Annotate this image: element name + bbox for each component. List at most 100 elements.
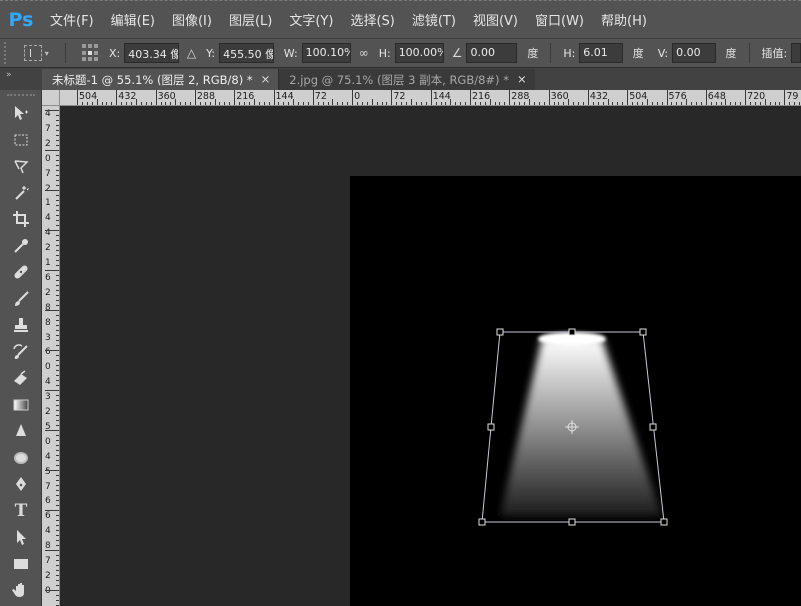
ruler-tick <box>622 102 624 105</box>
type-tool-icon[interactable]: T <box>0 498 42 525</box>
ruler-tick <box>56 225 59 226</box>
blur-tool-icon[interactable] <box>0 418 42 445</box>
ruler-tick <box>730 102 732 105</box>
ruler-tick <box>56 425 59 426</box>
menu-layer[interactable]: 图层(L) <box>229 10 272 29</box>
reference-point-grid[interactable] <box>82 44 99 62</box>
ruler-tick <box>676 102 678 105</box>
ruler-tick <box>56 220 59 221</box>
ruler-label: 6 <box>45 272 51 283</box>
ruler-tick <box>56 410 59 411</box>
ruler-tick <box>337 102 339 105</box>
eraser-tool-icon[interactable] <box>0 365 42 392</box>
menu-edit[interactable]: 编辑(E) <box>111 10 155 29</box>
ruler-tick <box>81 102 83 105</box>
ruler-tick <box>56 585 59 586</box>
document-canvas[interactable] <box>350 176 801 606</box>
ruler-tick <box>56 395 59 396</box>
magic-wand-tool-icon[interactable] <box>0 180 42 207</box>
ruler-tick <box>715 102 717 105</box>
tool-preset-picker[interactable]: ▾ <box>23 42 58 64</box>
horizontal-ruler[interactable]: 504 432 360 288 216 144 72 0 72 144 216 288 360 432 50… <box>60 90 801 106</box>
ruler-tick <box>56 250 59 251</box>
ruler-tick <box>248 102 250 105</box>
link-icon[interactable]: ∞ <box>359 46 369 60</box>
ruler-origin[interactable] <box>42 90 60 106</box>
menu-window[interactable]: 窗口(W) <box>535 10 584 29</box>
ruler-tick <box>283 102 285 105</box>
menu-type[interactable]: 文字(Y) <box>289 10 333 29</box>
relative-position-icon[interactable]: △ <box>187 46 196 60</box>
ruler-tick <box>494 102 496 105</box>
ruler-tick <box>460 102 462 105</box>
ruler-tick <box>150 102 152 105</box>
ruler-tick <box>302 102 304 105</box>
ruler-tick <box>56 440 59 441</box>
hand-tool-icon[interactable] <box>0 577 42 604</box>
skew-h-field[interactable]: 6.01 <box>579 43 623 63</box>
canvas-workspace[interactable] <box>60 106 801 606</box>
tab-2-jpg[interactable]: 2.jpg @ 75.1% (图层 3 副本, RGB/8#) * × <box>278 69 535 90</box>
ruler-tick <box>799 102 801 105</box>
move-tool-icon[interactable] <box>0 100 42 127</box>
menu-view[interactable]: 视图(V) <box>473 10 518 29</box>
tab-untitled-1[interactable]: 未标题-1 @ 55.1% (图层 2, RGB/8) * × <box>42 69 279 90</box>
ruler-tick <box>56 330 59 331</box>
collapse-panels-icon[interactable]: » <box>0 68 42 90</box>
healing-brush-tool-icon[interactable] <box>0 259 42 286</box>
options-bar-grip[interactable] <box>4 42 10 64</box>
ruler-label: 7 <box>45 168 51 179</box>
brush-tool-icon[interactable] <box>0 286 42 313</box>
ruler-tick <box>56 145 59 146</box>
height-field[interactable]: 100.00% <box>394 43 444 63</box>
vertical-ruler[interactable]: 472072144216288360432504576648720 <box>42 106 60 606</box>
rectangle-tool-icon[interactable] <box>0 551 42 578</box>
ruler-tick <box>764 99 766 105</box>
eyedropper-tool-icon[interactable] <box>0 233 42 260</box>
close-icon[interactable]: × <box>517 72 527 90</box>
ruler-tick <box>686 99 688 105</box>
skew-v-field[interactable]: 0.00 <box>672 43 716 63</box>
lasso-tool-icon[interactable] <box>0 153 42 180</box>
clone-stamp-tool-icon[interactable] <box>0 312 42 339</box>
skew-h-label: H: <box>563 46 576 60</box>
menu-image[interactable]: 图像(I) <box>172 10 212 29</box>
ruler-tick <box>45 550 59 551</box>
ruler-label: 0 <box>45 362 51 373</box>
menu-help[interactable]: 帮助(H) <box>601 10 647 29</box>
ruler-tick <box>56 155 59 156</box>
crop-tool-icon[interactable] <box>0 206 42 233</box>
interpolation-select[interactable] <box>791 43 801 63</box>
ruler-tick <box>769 102 771 105</box>
gradient-tool-icon[interactable] <box>0 392 42 419</box>
history-brush-tool-icon[interactable] <box>0 339 42 366</box>
path-selection-tool-icon[interactable] <box>0 524 42 551</box>
ruler-tick <box>175 99 177 105</box>
ruler-tick <box>445 102 447 105</box>
menu-file[interactable]: 文件(F) <box>50 10 94 29</box>
x-position-field[interactable]: 403.34 像素 <box>124 43 179 63</box>
y-position-field[interactable]: 455.50 像素 <box>219 43 274 63</box>
ruler-tick <box>56 205 59 206</box>
ruler-tick <box>504 102 506 105</box>
ruler-tick <box>56 170 59 171</box>
ruler-tick <box>56 580 59 581</box>
close-icon[interactable]: × <box>261 72 271 90</box>
ruler-label: 2 <box>45 243 51 254</box>
ruler-tick <box>263 102 265 105</box>
dodge-tool-icon[interactable] <box>0 445 42 472</box>
ruler-tick <box>253 99 255 105</box>
ruler-tick <box>745 90 747 105</box>
rotate-angle-field[interactable]: 0.00 <box>466 43 518 63</box>
ruler-label: 6 <box>45 496 51 507</box>
ruler-label: 504 <box>79 91 98 102</box>
ruler-tick <box>347 102 349 105</box>
ruler-tick <box>56 285 59 286</box>
tools-panel-grip[interactable] <box>6 94 35 98</box>
width-field[interactable]: 100.10% <box>301 43 351 63</box>
menu-filter[interactable]: 滤镜(T) <box>412 10 456 29</box>
menu-select[interactable]: 选择(S) <box>350 10 394 29</box>
marquee-tool-icon[interactable] <box>0 127 42 154</box>
pen-tool-icon[interactable] <box>0 471 42 498</box>
ruler-tick <box>56 290 59 291</box>
